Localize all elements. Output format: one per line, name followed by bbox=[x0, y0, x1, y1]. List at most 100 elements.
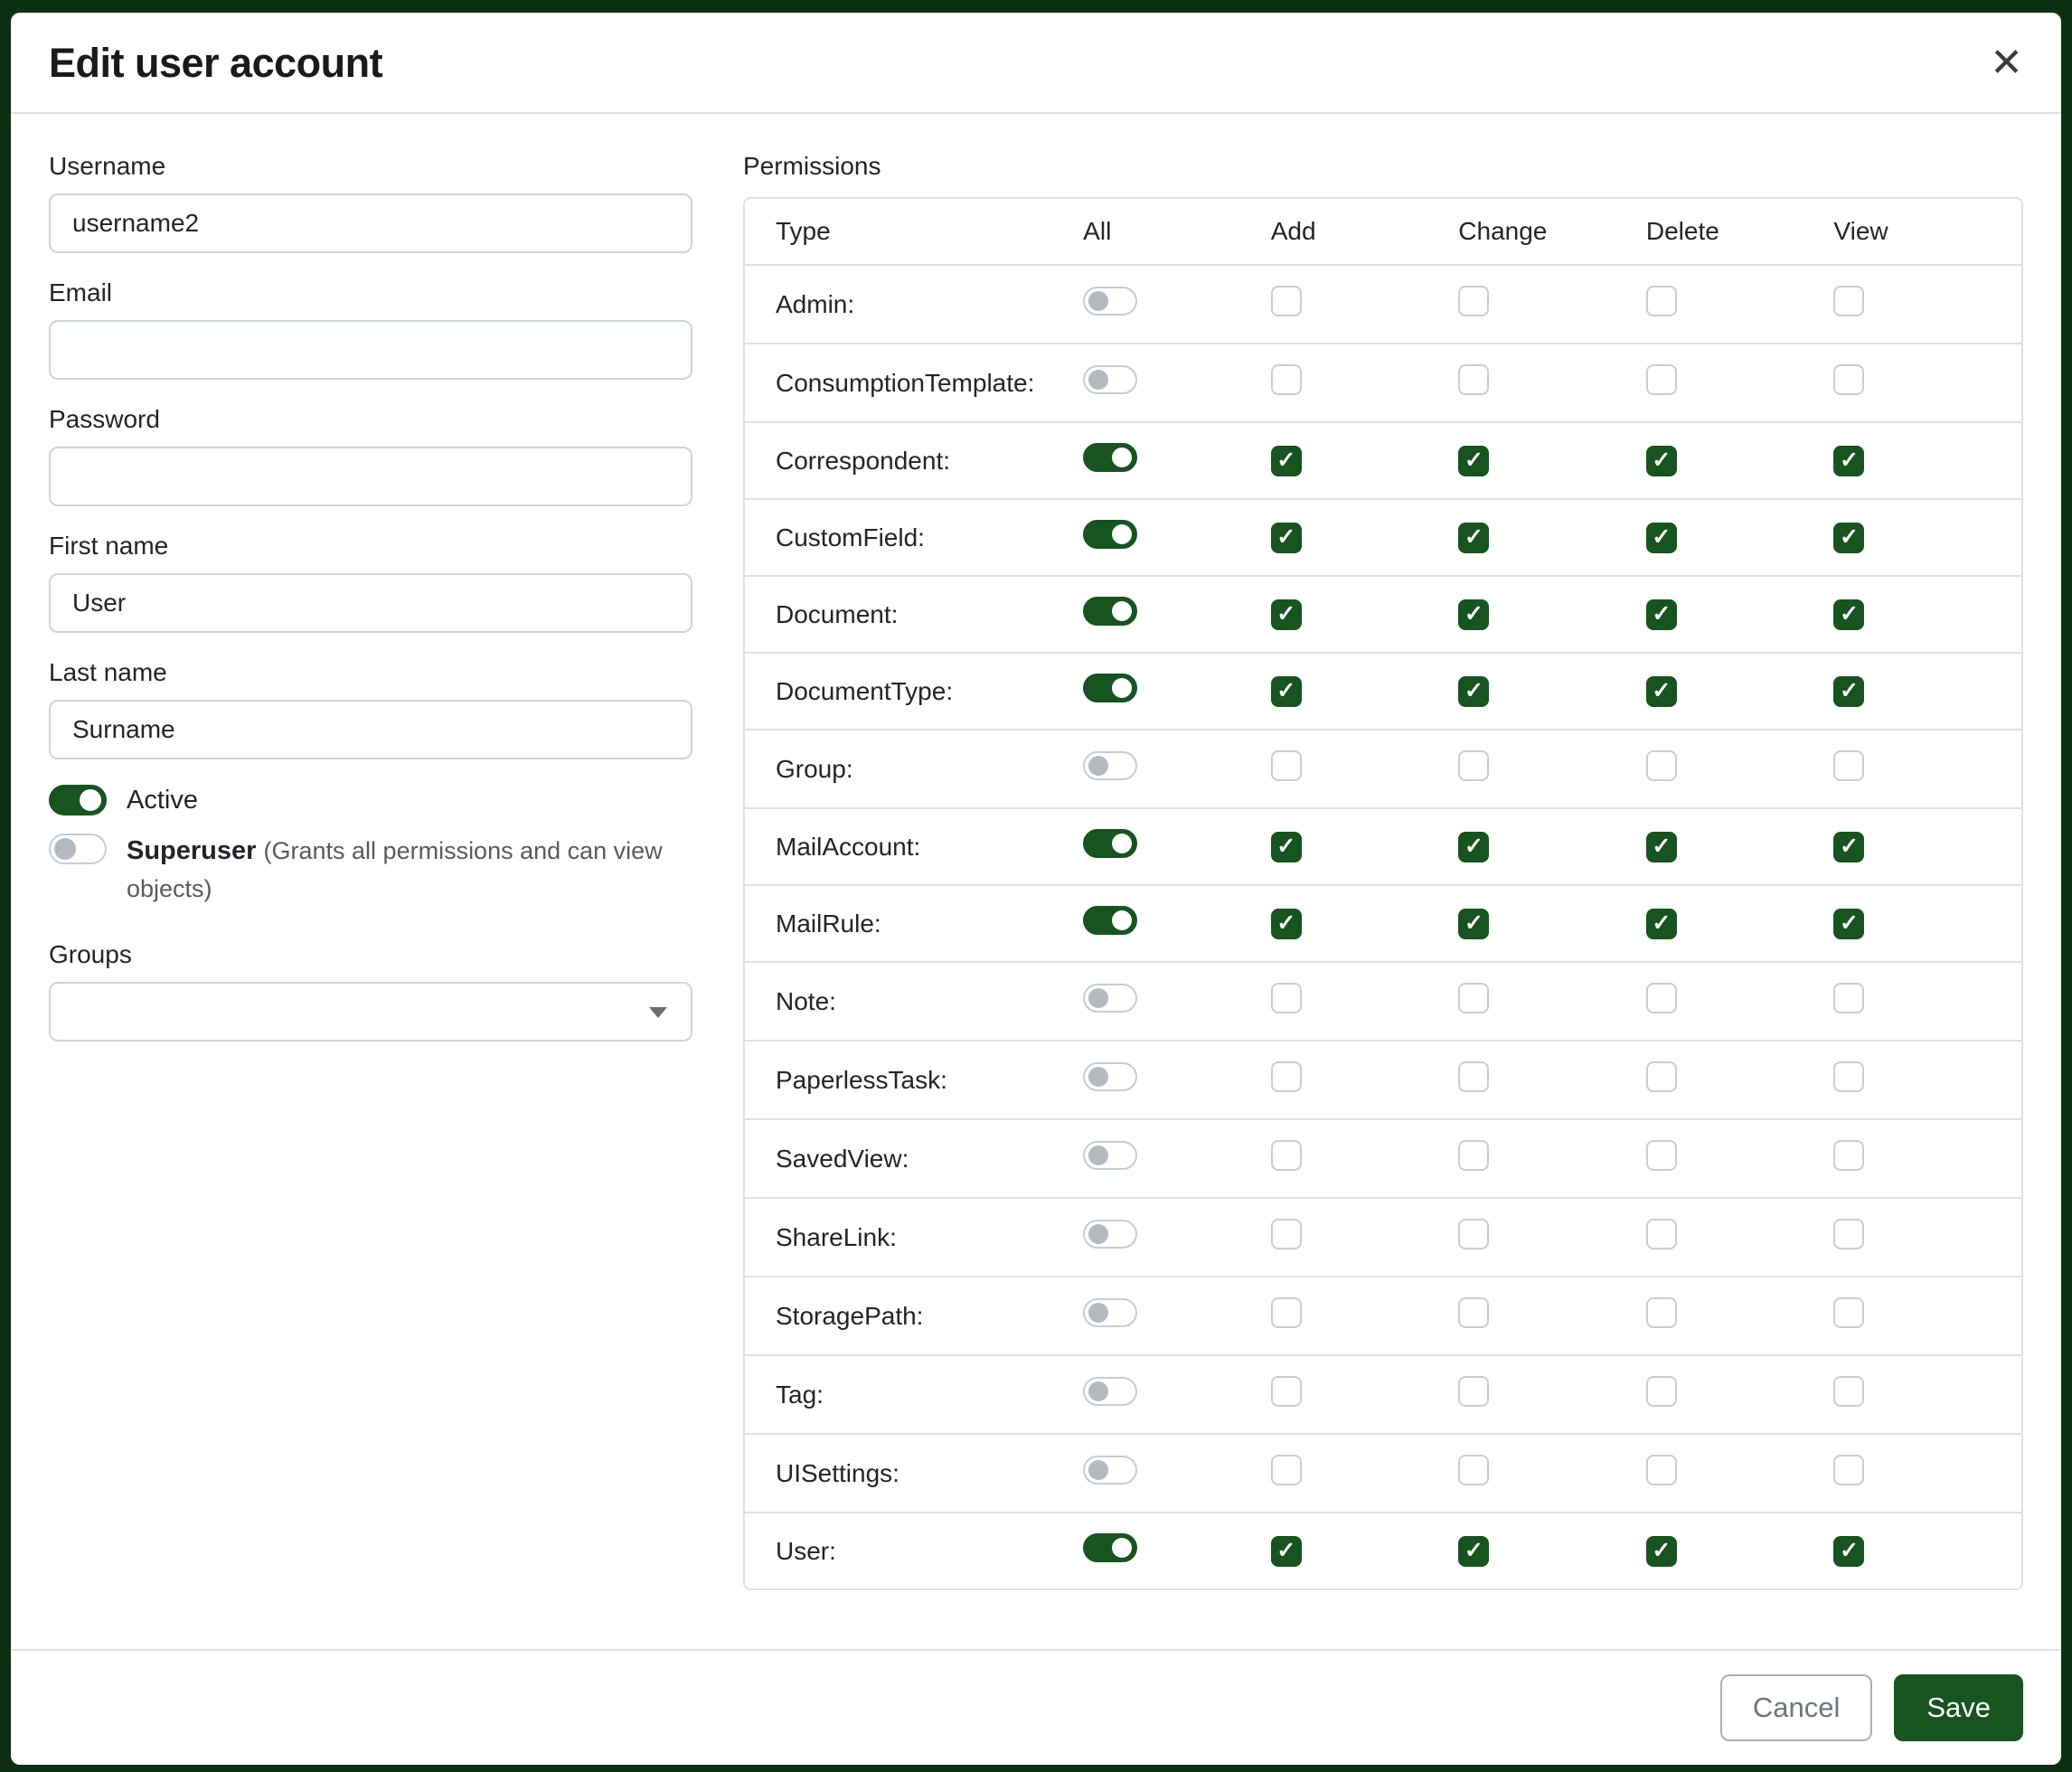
permission-all-toggle[interactable] bbox=[1083, 520, 1137, 549]
groups-select[interactable] bbox=[49, 982, 692, 1042]
permission-all-toggle[interactable] bbox=[1083, 1298, 1137, 1327]
permission-all-toggle[interactable] bbox=[1083, 1533, 1137, 1562]
permission-add-checkbox[interactable] bbox=[1271, 286, 1302, 316]
permission-delete-checkbox[interactable] bbox=[1646, 983, 1677, 1013]
permission-all-toggle[interactable] bbox=[1083, 674, 1137, 702]
permission-delete-checkbox[interactable] bbox=[1646, 1061, 1677, 1092]
permission-delete-checkbox[interactable]: ✓ bbox=[1646, 523, 1677, 553]
permission-change-checkbox[interactable] bbox=[1458, 364, 1489, 395]
permission-all-toggle[interactable] bbox=[1083, 1220, 1137, 1249]
permission-delete-checkbox[interactable] bbox=[1646, 1219, 1677, 1249]
close-icon[interactable]: ✕ bbox=[1990, 43, 2023, 83]
permission-all-toggle[interactable] bbox=[1083, 1456, 1137, 1485]
permission-view-checkbox[interactable] bbox=[1833, 1061, 1864, 1092]
permission-row: CustomField:✓✓✓✓ bbox=[745, 498, 2021, 575]
permission-view-checkbox[interactable]: ✓ bbox=[1833, 599, 1864, 630]
permission-view-checkbox[interactable] bbox=[1833, 1455, 1864, 1485]
permission-all-toggle[interactable] bbox=[1083, 443, 1137, 472]
permission-view-checkbox[interactable] bbox=[1833, 1297, 1864, 1328]
permission-delete-checkbox[interactable]: ✓ bbox=[1646, 676, 1677, 707]
permission-view-checkbox[interactable] bbox=[1833, 1219, 1864, 1249]
permission-view-checkbox[interactable]: ✓ bbox=[1833, 909, 1864, 939]
permission-add-checkbox[interactable]: ✓ bbox=[1271, 1536, 1302, 1567]
permission-add-checkbox[interactable]: ✓ bbox=[1271, 909, 1302, 939]
permission-change-checkbox[interactable]: ✓ bbox=[1458, 599, 1489, 630]
permission-change-checkbox[interactable] bbox=[1458, 286, 1489, 316]
permission-delete-checkbox[interactable] bbox=[1646, 364, 1677, 395]
permission-all-toggle[interactable] bbox=[1083, 906, 1137, 935]
permission-all-toggle[interactable] bbox=[1083, 1062, 1137, 1091]
permission-delete-checkbox[interactable]: ✓ bbox=[1646, 1536, 1677, 1567]
permission-change-checkbox[interactable] bbox=[1458, 983, 1489, 1013]
superuser-toggle[interactable] bbox=[49, 834, 107, 864]
permission-add-checkbox[interactable]: ✓ bbox=[1271, 676, 1302, 707]
first-name-input[interactable] bbox=[49, 573, 692, 633]
permission-all-toggle[interactable] bbox=[1083, 984, 1137, 1013]
cancel-button[interactable]: Cancel bbox=[1720, 1674, 1873, 1741]
permission-all-toggle[interactable] bbox=[1083, 1377, 1137, 1406]
permission-add-checkbox[interactable]: ✓ bbox=[1271, 832, 1302, 862]
permission-change-checkbox[interactable] bbox=[1458, 1455, 1489, 1485]
email-input[interactable] bbox=[49, 320, 692, 380]
permission-change-checkbox[interactable] bbox=[1458, 1376, 1489, 1407]
permission-delete-checkbox[interactable]: ✓ bbox=[1646, 446, 1677, 476]
permission-all-toggle[interactable] bbox=[1083, 597, 1137, 626]
permission-view-checkbox[interactable]: ✓ bbox=[1833, 446, 1864, 476]
permission-all-toggle[interactable] bbox=[1083, 365, 1137, 394]
permission-all-toggle[interactable] bbox=[1083, 287, 1137, 316]
last-name-input[interactable] bbox=[49, 700, 692, 759]
permission-change-checkbox[interactable]: ✓ bbox=[1458, 676, 1489, 707]
permission-delete-checkbox[interactable]: ✓ bbox=[1646, 599, 1677, 630]
permission-all-toggle[interactable] bbox=[1083, 751, 1137, 780]
permission-delete-checkbox[interactable] bbox=[1646, 750, 1677, 781]
permission-delete-checkbox[interactable] bbox=[1646, 286, 1677, 316]
permission-view-checkbox[interactable] bbox=[1833, 983, 1864, 1013]
permission-view-checkbox[interactable]: ✓ bbox=[1833, 832, 1864, 862]
permission-delete-checkbox[interactable] bbox=[1646, 1140, 1677, 1171]
permission-view-checkbox[interactable] bbox=[1833, 750, 1864, 781]
permission-add-checkbox[interactable] bbox=[1271, 1140, 1302, 1171]
permission-add-checkbox[interactable] bbox=[1271, 1376, 1302, 1407]
permission-add-checkbox[interactable] bbox=[1271, 983, 1302, 1013]
permission-change-checkbox[interactable] bbox=[1458, 1140, 1489, 1171]
permission-view-checkbox[interactable] bbox=[1833, 364, 1864, 395]
permission-view-checkbox[interactable]: ✓ bbox=[1833, 1536, 1864, 1567]
permission-change-checkbox[interactable] bbox=[1458, 1061, 1489, 1092]
active-label: Active bbox=[127, 786, 198, 815]
permission-row: PaperlessTask: bbox=[745, 1040, 2021, 1118]
active-toggle[interactable] bbox=[49, 785, 107, 815]
permission-view-checkbox[interactable]: ✓ bbox=[1833, 676, 1864, 707]
permission-add-checkbox[interactable] bbox=[1271, 364, 1302, 395]
permission-add-checkbox[interactable] bbox=[1271, 1455, 1302, 1485]
toggle-knob bbox=[1088, 1224, 1108, 1244]
permission-delete-checkbox[interactable] bbox=[1646, 1455, 1677, 1485]
permission-change-checkbox[interactable] bbox=[1458, 1219, 1489, 1249]
permission-delete-checkbox[interactable]: ✓ bbox=[1646, 909, 1677, 939]
permission-change-checkbox[interactable]: ✓ bbox=[1458, 909, 1489, 939]
permission-change-checkbox[interactable]: ✓ bbox=[1458, 832, 1489, 862]
permission-change-checkbox[interactable]: ✓ bbox=[1458, 1536, 1489, 1567]
permission-change-checkbox[interactable] bbox=[1458, 1297, 1489, 1328]
permission-delete-checkbox[interactable] bbox=[1646, 1297, 1677, 1328]
permission-add-checkbox[interactable]: ✓ bbox=[1271, 523, 1302, 553]
permission-change-checkbox[interactable]: ✓ bbox=[1458, 446, 1489, 476]
permission-view-checkbox[interactable] bbox=[1833, 1140, 1864, 1171]
permission-add-checkbox[interactable] bbox=[1271, 1297, 1302, 1328]
permission-view-checkbox[interactable] bbox=[1833, 286, 1864, 316]
permission-add-checkbox[interactable]: ✓ bbox=[1271, 599, 1302, 630]
permission-delete-checkbox[interactable] bbox=[1646, 1376, 1677, 1407]
save-button[interactable]: Save bbox=[1894, 1674, 2023, 1741]
permission-change-checkbox[interactable] bbox=[1458, 750, 1489, 781]
permission-add-checkbox[interactable] bbox=[1271, 1061, 1302, 1092]
permission-add-checkbox[interactable] bbox=[1271, 750, 1302, 781]
permission-delete-checkbox[interactable]: ✓ bbox=[1646, 832, 1677, 862]
password-input[interactable] bbox=[49, 447, 692, 506]
permission-add-checkbox[interactable] bbox=[1271, 1219, 1302, 1249]
username-input[interactable] bbox=[49, 193, 692, 253]
permission-add-checkbox[interactable]: ✓ bbox=[1271, 446, 1302, 476]
permission-change-checkbox[interactable]: ✓ bbox=[1458, 523, 1489, 553]
permission-view-checkbox[interactable] bbox=[1833, 1376, 1864, 1407]
permission-all-toggle[interactable] bbox=[1083, 829, 1137, 858]
permission-view-checkbox[interactable]: ✓ bbox=[1833, 523, 1864, 553]
permission-all-toggle[interactable] bbox=[1083, 1141, 1137, 1170]
